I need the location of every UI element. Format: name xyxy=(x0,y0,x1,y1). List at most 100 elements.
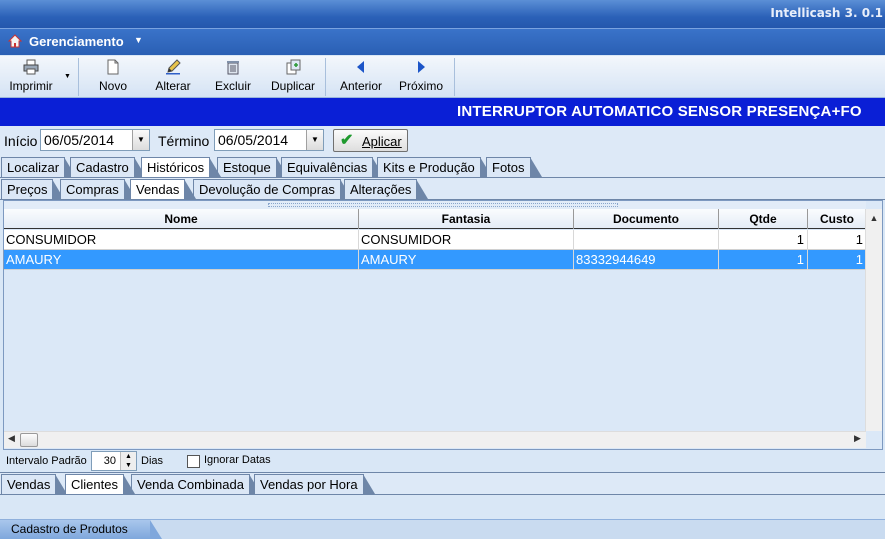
column-nome[interactable]: Nome xyxy=(4,209,359,229)
cell-custo: 1 xyxy=(855,252,863,267)
stepper-buttons[interactable]: ▲ ▼ xyxy=(120,452,136,470)
pencil-icon xyxy=(166,59,181,75)
tab-venda-combinada[interactable]: Venda Combinada xyxy=(131,474,261,494)
vertical-scrollbar[interactable]: ▲ xyxy=(865,209,882,431)
column-custo[interactable]: Custo xyxy=(808,209,866,229)
days-label: Dias xyxy=(141,455,164,467)
print-button[interactable]: Imprimir xyxy=(2,56,60,97)
tab-cadastro[interactable]: Cadastro xyxy=(70,157,146,177)
scroll-left-icon[interactable]: ◀ xyxy=(8,433,15,444)
end-date-picker[interactable]: 06/05/2014 ▼ xyxy=(214,129,324,151)
cell-fantasia: CONSUMIDOR xyxy=(359,230,574,250)
toolbar-separator xyxy=(78,58,79,96)
tab-bottom-vendas[interactable]: Vendas xyxy=(1,474,68,494)
start-date-value: 06/05/2014 xyxy=(44,132,115,148)
column-documento[interactable]: Documento xyxy=(574,209,719,229)
toolbar-separator xyxy=(454,58,455,96)
cell-documento: 83332944649 xyxy=(574,250,719,270)
scroll-right-icon[interactable]: ▶ xyxy=(854,433,861,444)
home-icon[interactable] xyxy=(8,34,22,48)
cell-custo: 1 xyxy=(855,232,863,247)
duplicate-icon xyxy=(286,59,301,75)
new-label: Novo xyxy=(98,79,127,93)
start-date-label: Início xyxy=(4,133,38,149)
next-button[interactable]: Próximo xyxy=(395,56,447,97)
interval-label: Intervalo Padrão xyxy=(6,455,87,467)
tab-devolucao-compras[interactable]: Devolução de Compras xyxy=(193,179,352,199)
cell-nome: CONSUMIDOR xyxy=(4,230,359,250)
cell-qtde: 1 xyxy=(719,250,808,270)
app-title: Intellicash 3. 0.1 xyxy=(770,6,883,20)
tab-vendas[interactable]: Vendas xyxy=(130,179,197,199)
toolbar-separator xyxy=(325,58,326,96)
edit-button[interactable]: Alterar xyxy=(147,56,199,97)
edit-label: Alterar xyxy=(155,79,191,93)
delete-label: Excluir xyxy=(214,79,251,93)
duplicate-button[interactable]: Duplicar xyxy=(266,56,320,97)
tab-clientes[interactable]: Clientes xyxy=(65,474,135,494)
tab-alteracoes[interactable]: Alterações xyxy=(344,179,429,199)
table-row[interactable]: CONSUMIDOR CONSUMIDOR 1 1 xyxy=(4,230,866,250)
chevron-down-icon: ▼ xyxy=(64,73,71,80)
previous-button[interactable]: Anterior xyxy=(336,56,386,97)
chevron-down-icon[interactable]: ▼ xyxy=(132,130,149,150)
grid-header: Nome Fantasia Documento Qtde Custo xyxy=(4,209,866,229)
start-date-picker[interactable]: 06/05/2014 ▼ xyxy=(40,129,150,151)
end-date-label: Término xyxy=(158,133,210,149)
date-filters: Início 06/05/2014 ▼ Término 06/05/2014 ▼… xyxy=(0,126,885,156)
tab-vendas-por-hora[interactable]: Vendas por Hora xyxy=(254,474,375,494)
column-qtde[interactable]: Qtde xyxy=(719,209,808,229)
bottom-tabs: Vendas Clientes Venda Combinada Vendas p… xyxy=(0,473,885,494)
options-row: Intervalo Padrão 30 ▲ ▼ Dias Ignorar Data… xyxy=(0,450,885,472)
scroll-thumb[interactable] xyxy=(20,433,38,447)
stepper-up-icon[interactable]: ▲ xyxy=(125,453,132,460)
ignore-dates-label: Ignorar Datas xyxy=(204,454,271,466)
horizontal-scrollbar[interactable]: ◀ ▶ xyxy=(4,431,866,448)
previous-label: Anterior xyxy=(339,79,383,93)
printer-icon xyxy=(23,59,39,75)
duplicate-label: Duplicar xyxy=(270,79,315,93)
status-tab-cadastro-produtos[interactable]: Cadastro de Produtos xyxy=(0,520,162,539)
ignore-dates-checkbox[interactable] xyxy=(187,455,200,468)
tab-equivalencias[interactable]: Equivalências xyxy=(281,157,385,177)
tab-fotos[interactable]: Fotos xyxy=(486,157,541,177)
tab-compras[interactable]: Compras xyxy=(60,179,136,199)
new-document-icon xyxy=(107,59,119,75)
group-grip[interactable] xyxy=(268,203,618,207)
cell-nome: AMAURY xyxy=(4,250,359,270)
group-panel xyxy=(4,201,866,209)
column-fantasia[interactable]: Fantasia xyxy=(359,209,574,229)
trash-icon xyxy=(227,61,239,75)
new-button[interactable]: Novo xyxy=(92,56,134,97)
print-dropdown[interactable]: ▼ xyxy=(61,56,75,97)
end-date-value: 06/05/2014 xyxy=(218,132,289,148)
tab-precos[interactable]: Preços xyxy=(1,179,66,199)
product-title: INTERRUPTOR AUTOMATICO SENSOR PRESENÇA+F… xyxy=(457,103,862,120)
delete-button[interactable]: Excluir xyxy=(210,56,256,97)
menu-gerenciamento[interactable]: Gerenciamento xyxy=(29,34,124,49)
sales-grid: Nome Fantasia Documento Qtde Custo CONSU… xyxy=(3,200,883,450)
menu-bar: Gerenciamento ▼ xyxy=(0,28,885,55)
toolbar: Imprimir ▼ Novo Alterar Excluir Duplicar… xyxy=(0,56,885,98)
apply-label: Aplicar xyxy=(362,134,402,149)
table-row[interactable]: AMAURY AMAURY 83332944649 1 1 xyxy=(4,250,866,270)
tab-estoque[interactable]: Estoque xyxy=(217,157,288,177)
print-label: Imprimir xyxy=(9,79,53,93)
apply-button[interactable]: ✔ Aplicar xyxy=(333,129,408,152)
cell-documento xyxy=(574,230,719,250)
chevron-down-icon[interactable]: ▼ xyxy=(306,130,323,150)
cell-fantasia: AMAURY xyxy=(359,250,574,270)
title-bar: Intellicash 3. 0.1 xyxy=(0,0,885,28)
interval-stepper[interactable]: 30 ▲ ▼ xyxy=(91,451,137,471)
tab-localizar[interactable]: Localizar xyxy=(1,157,77,177)
cell-qtde: 1 xyxy=(719,230,808,250)
tab-kits-producao[interactable]: Kits e Produção xyxy=(377,157,492,177)
checkmark-icon: ✔ xyxy=(340,132,354,149)
arrow-left-icon xyxy=(357,61,364,73)
history-tabs: Preços Compras Vendas Devolução de Compr… xyxy=(0,178,885,199)
scroll-up-icon[interactable]: ▲ xyxy=(866,213,882,223)
tab-historicos[interactable]: Históricos xyxy=(141,157,222,177)
product-banner: INTERRUPTOR AUTOMATICO SENSOR PRESENÇA+F… xyxy=(0,98,885,126)
chevron-down-icon[interactable]: ▼ xyxy=(134,35,143,45)
stepper-down-icon[interactable]: ▼ xyxy=(125,462,132,469)
